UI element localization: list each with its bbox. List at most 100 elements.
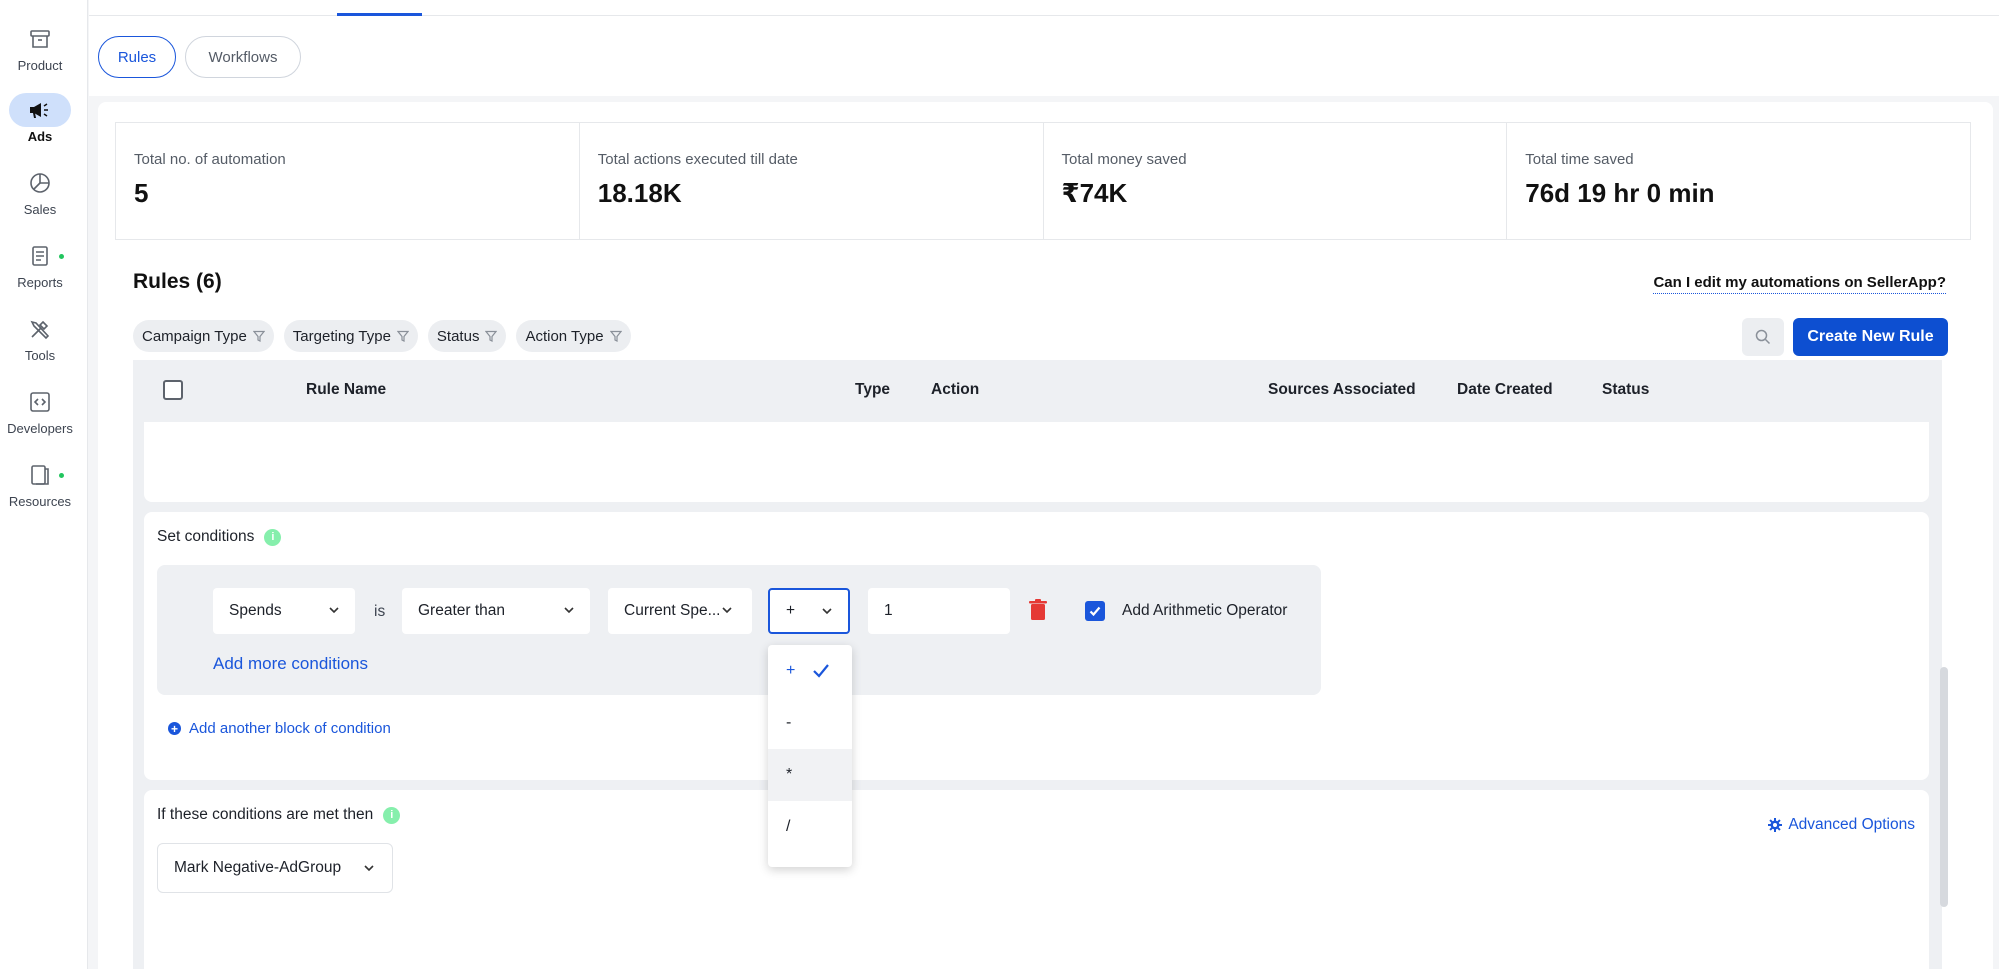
action-select[interactable]: Mark Negative-AdGroup — [157, 843, 393, 893]
chevron-down-icon — [822, 608, 832, 615]
filter-campaign-type[interactable]: Campaign Type — [133, 320, 274, 352]
stat-value: ₹74K — [1061, 178, 1128, 208]
check-icon — [813, 664, 829, 678]
scrollbar[interactable] — [1940, 667, 1948, 907]
table-header: Rule Name Type Action Sources Associated… — [133, 360, 1942, 422]
stat-card: Total time saved 76d 19 hr 0 min — [1507, 123, 1970, 239]
option-label: * — [786, 766, 793, 783]
stat-label: Total actions executed till date — [597, 151, 798, 168]
tools-icon — [9, 312, 71, 346]
search-button[interactable] — [1742, 318, 1784, 356]
column-type[interactable]: Type — [855, 381, 890, 399]
create-new-rule-button[interactable]: Create New Rule — [1793, 318, 1948, 356]
column-date-created[interactable]: Date Created — [1457, 381, 1553, 399]
column-action[interactable]: Action — [931, 381, 979, 399]
plus-circle-icon: + — [168, 722, 181, 735]
gear-icon — [1768, 818, 1783, 832]
notification-dot — [59, 473, 64, 478]
tab-rules[interactable]: Rules — [98, 36, 176, 78]
sidebar-item-product[interactable]: Product — [0, 22, 80, 73]
filter-targeting-type[interactable]: Targeting Type — [283, 320, 418, 352]
option-label: + — [786, 662, 796, 679]
stat-value: 76d 19 hr 0 min — [1525, 178, 1715, 208]
sidebar-item-developers[interactable]: Developers — [0, 385, 80, 436]
option-label: / — [786, 818, 791, 835]
column-rule-name[interactable]: Rule Name — [306, 381, 386, 399]
archive-box-icon — [9, 22, 71, 56]
info-icon[interactable]: i — [264, 528, 282, 546]
stat-label: Total money saved — [1061, 151, 1187, 168]
advanced-options-link[interactable]: Advanced Options — [1768, 816, 1915, 834]
trash-icon[interactable] — [1029, 599, 1047, 621]
comparator-value: Greater than — [418, 602, 506, 619]
stat-label: Total time saved — [1525, 151, 1634, 168]
arithmetic-operator-label: Add Arithmetic Operator — [1122, 602, 1288, 619]
sidebar-item-label: Tools — [24, 348, 56, 363]
is-label: is — [374, 603, 386, 620]
filter-label: Status — [436, 327, 480, 345]
stat-card: Total money saved ₹74K — [1044, 123, 1508, 239]
option-label: - — [786, 714, 792, 731]
tab-workflows[interactable]: Workflows — [185, 36, 301, 78]
notification-dot — [59, 254, 64, 259]
filter-icon — [609, 330, 622, 342]
stat-card: Total no. of automation 5 — [116, 123, 580, 239]
add-condition-block-link[interactable]: + Add another block of condition — [168, 720, 391, 737]
top-tab-bar — [89, 0, 1999, 16]
sidebar: Product Ads Sales Reports Tools Develope… — [0, 0, 88, 969]
chevron-down-icon — [364, 865, 374, 872]
sidebar-item-resources[interactable]: Resources — [0, 458, 80, 509]
sidebar-item-label: Product — [17, 58, 63, 73]
filter-icon — [485, 330, 498, 342]
arithmetic-operator-checkbox[interactable] — [1085, 601, 1105, 621]
filter-icon — [396, 330, 409, 342]
stat-value: 5 — [134, 178, 149, 208]
condition-block: Spends is Greater than Current Spe... + — [157, 565, 1321, 695]
filter-action-type[interactable]: Action Type — [516, 320, 631, 352]
stat-value: 18.18K — [597, 178, 682, 208]
operator-option-divide[interactable]: / — [768, 801, 852, 853]
code-icon — [9, 385, 71, 419]
sidebar-item-reports[interactable]: Reports — [0, 239, 80, 290]
check-icon — [1089, 606, 1101, 617]
sidebar-item-sales[interactable]: Sales — [0, 166, 80, 217]
filter-label: Targeting Type — [292, 327, 391, 345]
sidebar-item-ads[interactable]: Ads — [0, 93, 80, 144]
conditions-title: Set conditions i — [157, 528, 282, 546]
select-all-checkbox[interactable] — [163, 380, 183, 400]
sidebar-item-label: Reports — [17, 275, 63, 290]
search-icon — [1755, 329, 1771, 345]
info-icon[interactable]: i — [383, 806, 401, 824]
chevron-down-icon — [564, 607, 574, 614]
pie-chart-icon — [9, 166, 71, 200]
table-body — [144, 422, 1929, 502]
column-status[interactable]: Status — [1602, 381, 1649, 399]
add-more-conditions-link[interactable]: Add more conditions — [213, 654, 368, 674]
conditions-title-text: Set conditions — [157, 528, 255, 545]
filter-status[interactable]: Status — [427, 320, 507, 352]
operator-option-multiply[interactable]: * — [768, 749, 852, 801]
filter-icon — [252, 330, 265, 342]
operand-value: 1 — [884, 602, 893, 619]
column-sources[interactable]: Sources Associated — [1268, 381, 1416, 399]
conditions-card: Set conditions i Spends is Greater than … — [144, 512, 1929, 780]
then-title-text: If these conditions are met then — [157, 806, 374, 823]
operator-select[interactable]: + — [768, 588, 850, 634]
operator-option-minus[interactable]: - — [768, 697, 852, 749]
metric-select[interactable]: Spends — [213, 588, 355, 634]
help-link[interactable]: Can I edit my automations on SellerApp? — [1653, 274, 1946, 294]
sidebar-item-tools[interactable]: Tools — [0, 312, 80, 363]
metric-value: Spends — [229, 602, 282, 619]
filter-bar: Campaign Type Targeting Type Status Acti… — [133, 320, 631, 352]
comparator-select[interactable]: Greater than — [402, 588, 590, 634]
sidebar-item-label: Resources — [8, 494, 72, 509]
reference-select[interactable]: Current Spe... — [608, 588, 752, 634]
main-panel: Total no. of automation 5 Total actions … — [98, 102, 1993, 969]
sidebar-item-label: Sales — [23, 202, 57, 217]
rules-table: Rule Name Type Action Sources Associated… — [133, 360, 1942, 969]
filter-label: Campaign Type — [142, 327, 247, 345]
operand-input[interactable]: 1 — [868, 588, 1010, 634]
add-block-label: Add another block of condition — [189, 720, 391, 737]
filter-label: Action Type — [525, 327, 604, 345]
operator-option-plus[interactable]: + — [768, 645, 852, 697]
